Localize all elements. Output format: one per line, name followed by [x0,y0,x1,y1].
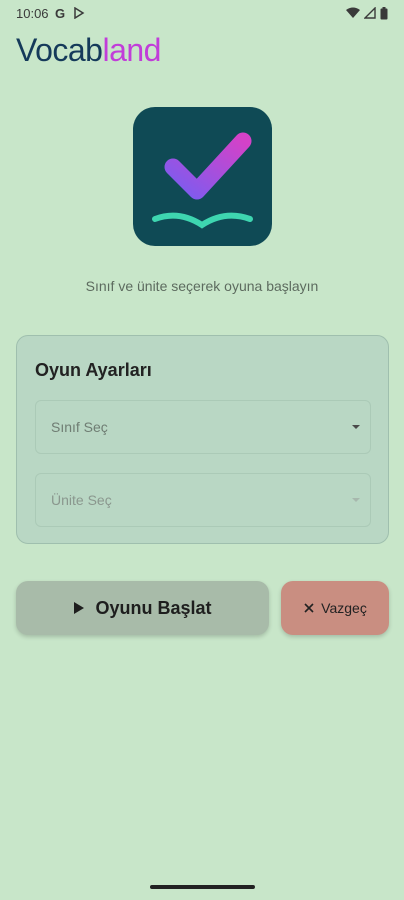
settings-title: Oyun Ayarları [35,360,152,380]
google-icon: G [55,7,67,19]
game-settings-card: Oyun Ayarları Sınıf Seç Ünite Seç [16,335,389,544]
unit-select[interactable]: Ünite Seç [35,473,371,527]
cancel-button[interactable]: Vazgeç [281,581,389,635]
chevron-down-icon [350,496,362,504]
battery-icon [380,6,388,20]
class-select[interactable]: Sınıf Seç [35,400,371,454]
cancel-label: Vazgeç [321,600,367,616]
app-title-part-1: Vocab [16,32,103,68]
status-left: 10:06 G [16,6,85,21]
wifi-icon [346,7,360,19]
start-game-button[interactable]: Oyunu Başlat [16,581,269,635]
signal-icon [364,7,376,19]
app-logo [133,107,272,246]
play-store-icon [73,7,85,19]
unit-select-placeholder: Ünite Seç [51,492,112,508]
chevron-down-icon [350,423,362,431]
status-bar: 10:06 G [0,0,404,26]
app-title: Vocabland [16,32,161,69]
start-game-label: Oyunu Başlat [95,597,212,618]
subtitle: Sınıf ve ünite seçerek oyuna başlayın [85,278,319,294]
app-title-part-2: land [102,32,161,68]
class-select-placeholder: Sınıf Seç [51,419,108,435]
svg-text:G: G [55,7,65,19]
close-icon [303,602,315,614]
status-time: 10:06 [16,5,49,21]
home-indicator[interactable] [150,885,255,889]
play-icon [73,601,85,615]
status-right [346,6,388,20]
checkmark-book-icon [152,132,253,229]
